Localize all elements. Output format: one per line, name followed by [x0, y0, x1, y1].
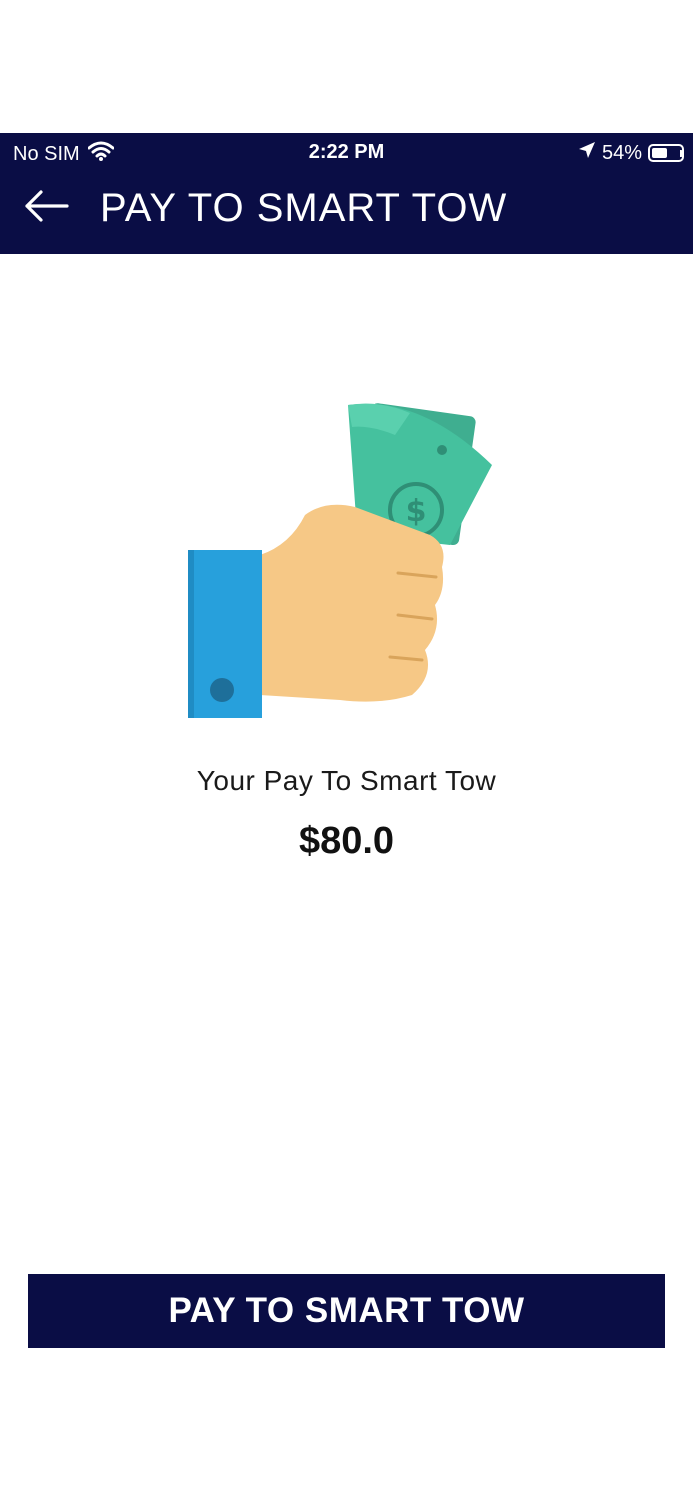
arrow-left-icon: [23, 189, 69, 228]
battery-body: [648, 144, 684, 162]
hand-holding-money-icon: $: [180, 395, 510, 725]
pay-label: Your Pay To Smart Tow: [196, 765, 497, 796]
battery-percent: 54%: [601, 141, 642, 164]
app-header: No SIM 2:22 PM 54% PAY TO SMART TOW: [0, 133, 693, 254]
pay-to-smart-tow-button[interactable]: PAY TO SMART TOW: [28, 1274, 665, 1348]
location-arrow-icon: [578, 141, 596, 165]
pay-amount: $80.0: [298, 820, 395, 862]
status-right: 54%: [578, 141, 684, 165]
battery-fill: [652, 148, 668, 158]
back-button[interactable]: [20, 185, 72, 231]
page-title: PAY TO SMART TOW: [100, 186, 508, 230]
svg-text:$: $: [406, 494, 427, 529]
status-bar: No SIM 2:22 PM 54%: [0, 133, 693, 173]
top-blank-area: [0, 0, 693, 133]
battery-icon: [648, 144, 684, 162]
